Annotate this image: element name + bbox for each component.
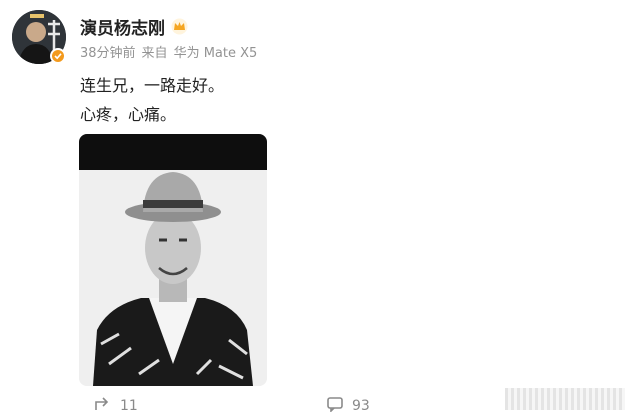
comment-count: 93 <box>352 398 370 414</box>
author-name-row: 演员杨志刚 <box>80 14 188 39</box>
repost-button[interactable]: 11 <box>94 396 138 416</box>
source-label: 来自 <box>141 46 168 61</box>
post-meta: 38分钟前 来自 华为 Mate X5 <box>80 42 257 61</box>
repost-icon <box>94 396 112 416</box>
watermark <box>505 388 625 410</box>
comment-button[interactable]: 93 <box>326 396 370 416</box>
action-bar: 11 93 <box>94 396 394 416</box>
post-text-line: 心疼，心痛。 <box>80 105 177 124</box>
repost-count: 11 <box>120 398 138 414</box>
device-name: 华为 Mate X5 <box>173 46 258 61</box>
verified-icon <box>50 48 66 64</box>
post-text-line: 连生兄，一路走好。 <box>80 76 225 95</box>
crown-icon[interactable] <box>171 18 188 35</box>
post-photo[interactable] <box>79 134 267 386</box>
comment-icon <box>326 396 344 416</box>
post-time[interactable]: 38分钟前 <box>80 42 136 61</box>
author-name[interactable]: 演员杨志刚 <box>80 14 165 39</box>
